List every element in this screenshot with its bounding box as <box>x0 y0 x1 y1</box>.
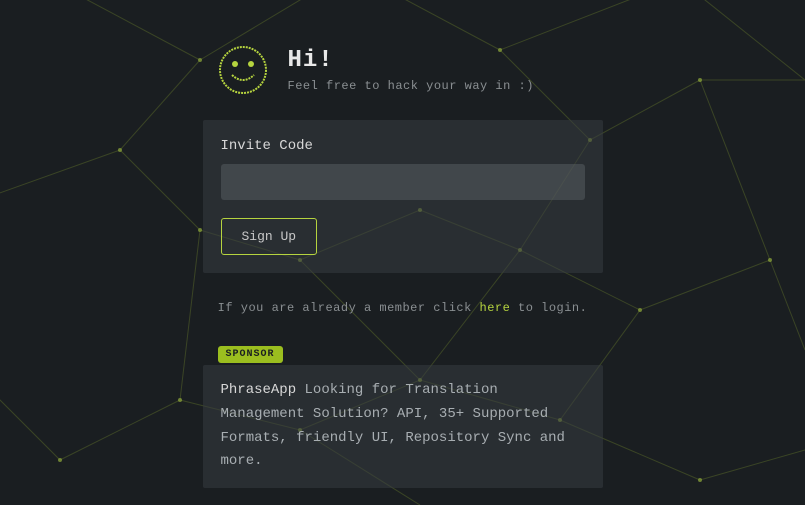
main-container: Hi! Feel free to hack your way in :) Inv… <box>203 0 603 488</box>
login-link[interactable]: here <box>480 301 511 315</box>
sponsor-box: PhraseApp Looking for Translation Manage… <box>203 365 603 488</box>
invite-code-label: Invite Code <box>221 138 585 154</box>
signup-form: Invite Code Sign Up <box>203 120 603 273</box>
smiley-icon <box>218 45 268 95</box>
member-prefix: If you are already a member click <box>218 301 480 315</box>
sponsor-badge: SPONSOR <box>218 346 283 363</box>
member-suffix: to login. <box>510 301 587 315</box>
greeting-title: Hi! <box>288 47 534 74</box>
subtitle: Feel free to hack your way in :) <box>288 79 534 93</box>
sponsor-name: PhraseApp <box>221 382 297 398</box>
invite-code-input[interactable] <box>221 164 585 200</box>
sponsor-section: SPONSOR PhraseApp Looking for Translatio… <box>203 343 603 488</box>
member-prompt: If you are already a member click here t… <box>203 301 603 315</box>
header: Hi! Feel free to hack your way in :) <box>203 45 603 95</box>
header-text: Hi! Feel free to hack your way in :) <box>288 47 534 93</box>
signup-button[interactable]: Sign Up <box>221 218 318 255</box>
